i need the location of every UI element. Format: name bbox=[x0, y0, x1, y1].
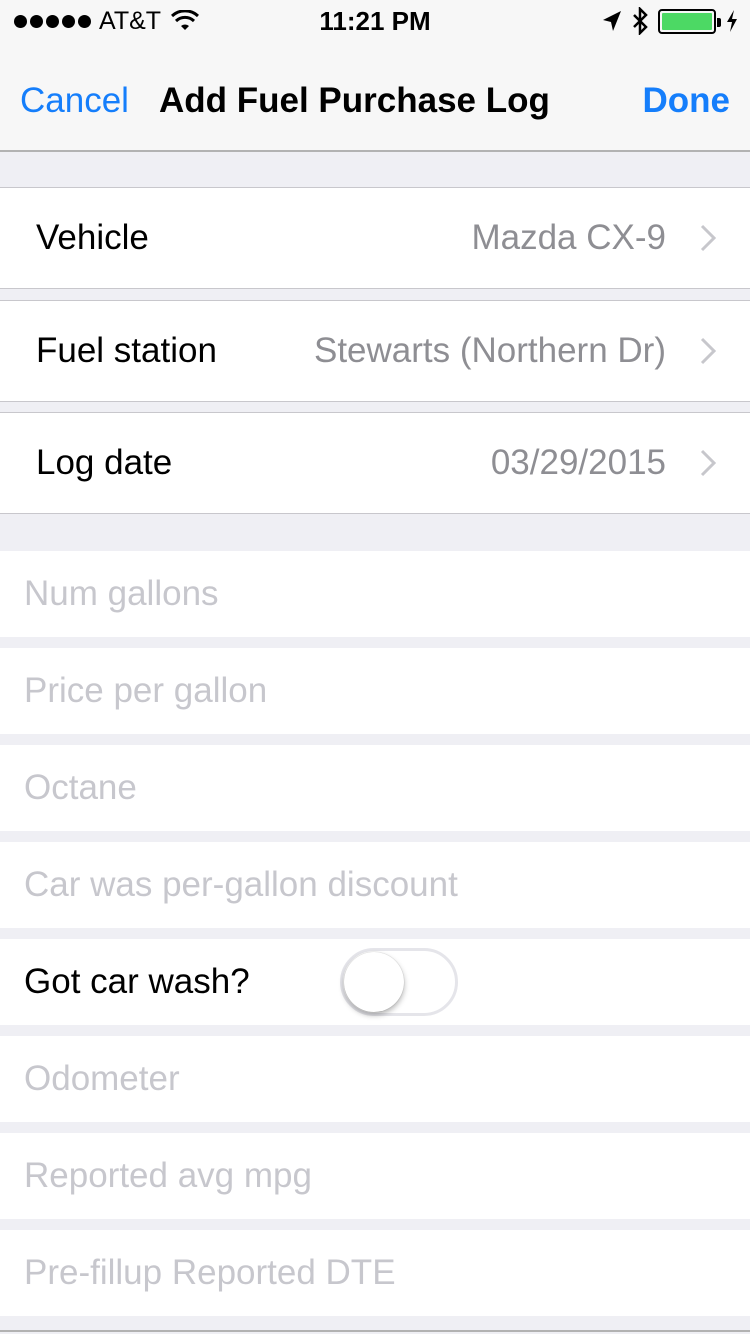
discount-row bbox=[0, 842, 750, 928]
nav-bar: Cancel Add Fuel Purchase Log Done bbox=[0, 40, 750, 152]
octane-row bbox=[0, 745, 750, 831]
status-bar: AT&T 11:21 PM bbox=[0, 0, 750, 40]
odometer-input[interactable] bbox=[24, 1036, 724, 1122]
vehicle-row[interactable]: Vehicle Mazda CX-9 bbox=[0, 187, 750, 289]
fuel-station-value: Stewarts (Northern Dr) bbox=[313, 331, 666, 370]
pre-fillup-dte-row bbox=[0, 1230, 750, 1316]
screen: AT&T 11:21 PM Cancel Add Fuel Purchase L… bbox=[0, 0, 750, 1334]
num-gallons-row bbox=[0, 551, 750, 637]
octane-input[interactable] bbox=[24, 745, 724, 831]
fuel-station-row[interactable]: Fuel station Stewarts (Northern Dr) bbox=[0, 300, 750, 402]
page-title: Add Fuel Purchase Log bbox=[159, 81, 550, 120]
done-button[interactable]: Done bbox=[643, 80, 731, 122]
vehicle-value: Mazda CX-9 bbox=[471, 218, 666, 257]
car-wash-row: Got car wash? bbox=[0, 939, 750, 1025]
bluetooth-icon bbox=[633, 7, 648, 35]
log-date-row[interactable]: Log date 03/29/2015 bbox=[0, 412, 750, 514]
battery-icon bbox=[658, 8, 721, 34]
log-date-value: 03/29/2015 bbox=[490, 443, 666, 482]
chevron-right-icon bbox=[700, 337, 716, 365]
chevron-right-icon bbox=[700, 224, 716, 252]
price-per-gallon-input[interactable] bbox=[24, 648, 724, 734]
car-wash-label: Got car wash? bbox=[24, 962, 250, 1001]
per-gallon-discount-input[interactable] bbox=[24, 842, 724, 928]
pre-fillup-dte-input[interactable] bbox=[24, 1230, 724, 1316]
cancel-button[interactable]: Cancel bbox=[20, 80, 129, 122]
location-arrow-icon bbox=[603, 11, 621, 31]
charging-bolt-icon bbox=[727, 10, 737, 32]
bottom-divider bbox=[0, 1330, 750, 1332]
num-gallons-input[interactable] bbox=[24, 551, 724, 637]
odometer-row bbox=[0, 1036, 750, 1122]
price-per-gallon-row bbox=[0, 648, 750, 734]
vehicle-label: Vehicle bbox=[36, 218, 149, 257]
car-wash-toggle[interactable] bbox=[340, 948, 458, 1016]
reported-avg-mpg-row bbox=[0, 1133, 750, 1219]
toggle-knob bbox=[344, 952, 404, 1012]
status-right bbox=[602, 6, 738, 36]
battery-fill bbox=[662, 12, 712, 30]
fuel-station-label: Fuel station bbox=[36, 331, 217, 370]
chevron-right-icon bbox=[700, 449, 716, 477]
log-date-label: Log date bbox=[36, 443, 173, 482]
reported-avg-mpg-input[interactable] bbox=[24, 1133, 724, 1219]
